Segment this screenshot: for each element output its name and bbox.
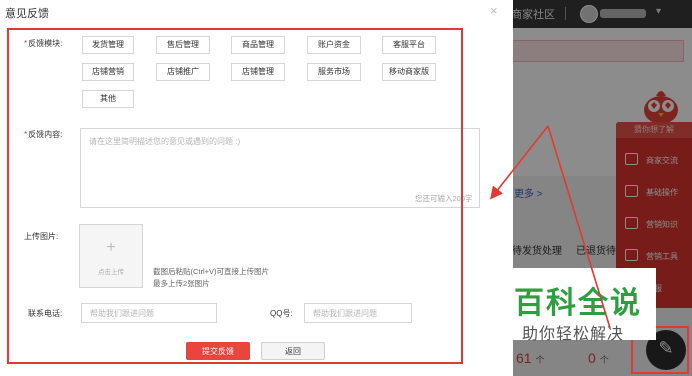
image-label: 上传图片: [24,232,59,241]
back-button[interactable]: 返回 [261,342,325,360]
dialog-title: 意见反馈 [5,8,49,20]
category-product[interactable]: 商品管理 [231,36,285,54]
qq-input[interactable] [304,303,412,323]
category-account-funds[interactable]: 账户资金 [307,36,361,54]
category-other[interactable]: 其他 [82,90,134,108]
category-service-market[interactable]: 服务市场 [307,63,361,81]
category-after-sales[interactable]: 售后管理 [156,36,210,54]
upload-hint-paste: 截图后粘贴(Ctrl+V)可直接上传图片 [153,267,270,276]
category-label: *反馈模块: [24,39,63,48]
watermark: 百科全说 助你轻松解决 [508,268,656,343]
category-store-marketing[interactable]: 店铺营销 [82,63,134,81]
category-store-promotion[interactable]: 店铺推广 [156,63,210,81]
feedback-dialog: 意见反馈 × *反馈模块: 发货管理 售后管理 商品管理 账户资金 客服平台 店… [0,0,513,376]
char-counter: 您还可输入200字 [415,194,473,203]
qq-label: QQ号: [270,309,293,318]
category-customer-service[interactable]: 客服平台 [382,36,436,54]
watermark-title: 百科全说 [514,287,642,320]
category-shipping[interactable]: 发货管理 [82,36,134,54]
textarea-placeholder: 请在这里简明描述您的意见或遇到的问题 :) [89,137,241,146]
plus-icon: + [106,239,116,256]
category-store-management[interactable]: 店铺管理 [231,63,285,81]
watermark-subtitle: 助你轻松解决 [522,326,625,343]
phone-input[interactable] [81,303,217,323]
close-icon[interactable]: × [490,3,498,18]
upload-image-button[interactable]: + 点击上传 [79,224,143,288]
phone-label: 联系电话: [28,309,63,318]
content-label: *反馈内容: [24,130,63,139]
upload-label: 点击上传 [98,269,124,276]
upload-hint-limit: 最多上传2张图片 [153,279,210,288]
category-mobile-merchant[interactable]: 移动商家版 [382,63,436,81]
submit-feedback-button[interactable]: 提交反馈 [186,342,250,360]
feedback-content-textarea[interactable]: 请在这里简明描述您的意见或遇到的问题 :) 您还可输入200字 [80,128,480,208]
